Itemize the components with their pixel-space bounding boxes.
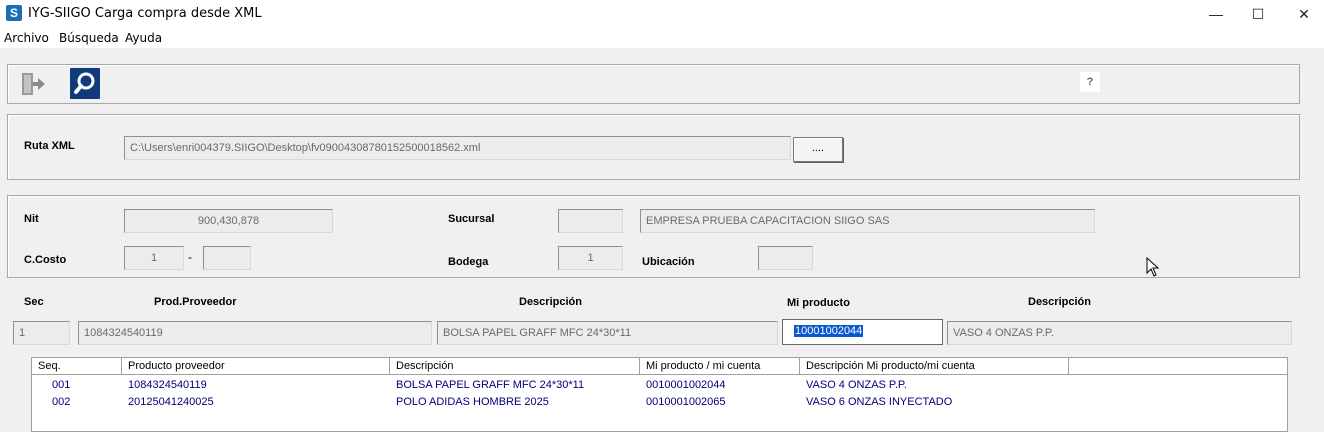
sec-field[interactable]: 1 — [13, 321, 70, 345]
ccosto-separator: - — [188, 250, 192, 264]
xml-path-field[interactable]: C:\Users\enri004379.SIIGO\Desktop\fv0900… — [124, 136, 791, 160]
items-grid[interactable]: Seq. Producto proveedor Descripción Mi p… — [31, 357, 1288, 432]
ccosto-field[interactable]: 1 — [124, 246, 184, 270]
xml-path-label: Ruta XML — [24, 140, 75, 152]
exit-button[interactable] — [20, 70, 46, 98]
cell-producto-proveedor: 1084324540119 — [128, 379, 207, 391]
cell-descripcion: POLO ADIDAS HOMBRE 2025 — [396, 396, 549, 408]
menu-bar — [0, 28, 1324, 48]
cell-producto-proveedor: 20125041240025 — [128, 396, 214, 408]
help-button[interactable]: ? — [1080, 72, 1100, 92]
cell-descripcion-mi-producto: VASO 6 ONZAS INYECTADO — [806, 396, 953, 408]
mi-producto-selected-text: 10001002044 — [794, 325, 864, 337]
grid-header-producto-proveedor[interactable]: Producto proveedor — [122, 358, 390, 375]
company-name-field: EMPRESA PRUEBA CAPACITACION SIIGO SAS — [640, 209, 1095, 233]
grid-header-descripcion-mi-producto[interactable]: Descripción Mi producto/mi cuenta — [800, 358, 1069, 375]
cell-seq: 002 — [52, 396, 71, 408]
cell-descripcion-mi-producto: VASO 4 ONZAS P.P. — [806, 379, 907, 391]
grid-header-empty — [1069, 358, 1287, 375]
ccosto-sub-field[interactable] — [203, 246, 251, 270]
nit-field[interactable]: 900,430,878 — [124, 209, 333, 233]
prod-proveedor-field[interactable]: 1084324540119 — [78, 321, 432, 345]
close-button[interactable]: ✕ — [1281, 0, 1324, 28]
ccosto-label: C.Costo — [24, 254, 67, 266]
descripcion-label: Descripción — [519, 296, 582, 308]
ubicacion-label: Ubicación — [642, 256, 695, 268]
window-title: IYG-SIIGO Carga compra desde XML — [28, 6, 262, 21]
bodega-label: Bodega — [448, 256, 489, 268]
grid-header-mi-producto[interactable]: Mi producto / mi cuenta — [640, 358, 800, 375]
table-row[interactable]: 001 1084324540119 BOLSA PAPEL GRAFF MFC … — [32, 377, 1287, 394]
sucursal-code-field[interactable] — [558, 209, 623, 233]
toolbar-panel — [7, 64, 1300, 104]
grid-header-seq[interactable]: Seq. — [32, 358, 122, 375]
mi-producto-field[interactable]: 10001002044 — [782, 319, 943, 345]
table-row[interactable]: 002 20125041240025 POLO ADIDAS HOMBRE 20… — [32, 394, 1287, 411]
mouse-cursor-icon — [1146, 256, 1160, 277]
nit-label: Nit — [24, 213, 39, 225]
descripcion-mi-producto-field: VASO 4 ONZAS P.P. — [947, 321, 1292, 345]
mi-producto-label: Mi producto — [787, 297, 850, 309]
ubicacion-field[interactable] — [758, 246, 813, 270]
cell-mi-producto: 0010001002044 — [646, 379, 726, 391]
maximize-button[interactable]: ☐ — [1235, 0, 1281, 28]
descripcion-field[interactable]: BOLSA PAPEL GRAFF MFC 24*30*11 — [437, 321, 778, 345]
cell-mi-producto: 0010001002065 — [646, 396, 726, 408]
app-icon: S — [6, 5, 22, 21]
cell-seq: 001 — [52, 379, 71, 391]
grid-header: Seq. Producto proveedor Descripción Mi p… — [32, 358, 1287, 375]
browse-button[interactable]: .... — [793, 137, 843, 162]
menu-ayuda[interactable]: Ayuda — [125, 31, 162, 45]
exit-icon — [22, 73, 45, 95]
grid-header-descripcion[interactable]: Descripción — [390, 358, 640, 375]
menu-busqueda[interactable]: Búsqueda — [59, 31, 119, 45]
minimize-button[interactable]: — — [1193, 0, 1239, 28]
search-icon — [74, 72, 95, 94]
sec-label: Sec — [24, 296, 44, 308]
menu-archivo[interactable]: Archivo — [4, 31, 49, 45]
prod-proveedor-label: Prod.Proveedor — [154, 296, 237, 308]
search-button[interactable] — [70, 68, 100, 99]
descripcion-mi-producto-label: Descripción — [1028, 296, 1091, 308]
cell-descripcion: BOLSA PAPEL GRAFF MFC 24*30*11 — [396, 379, 585, 391]
sucursal-label: Sucursal — [448, 213, 495, 225]
bodega-field[interactable]: 1 — [558, 246, 623, 270]
